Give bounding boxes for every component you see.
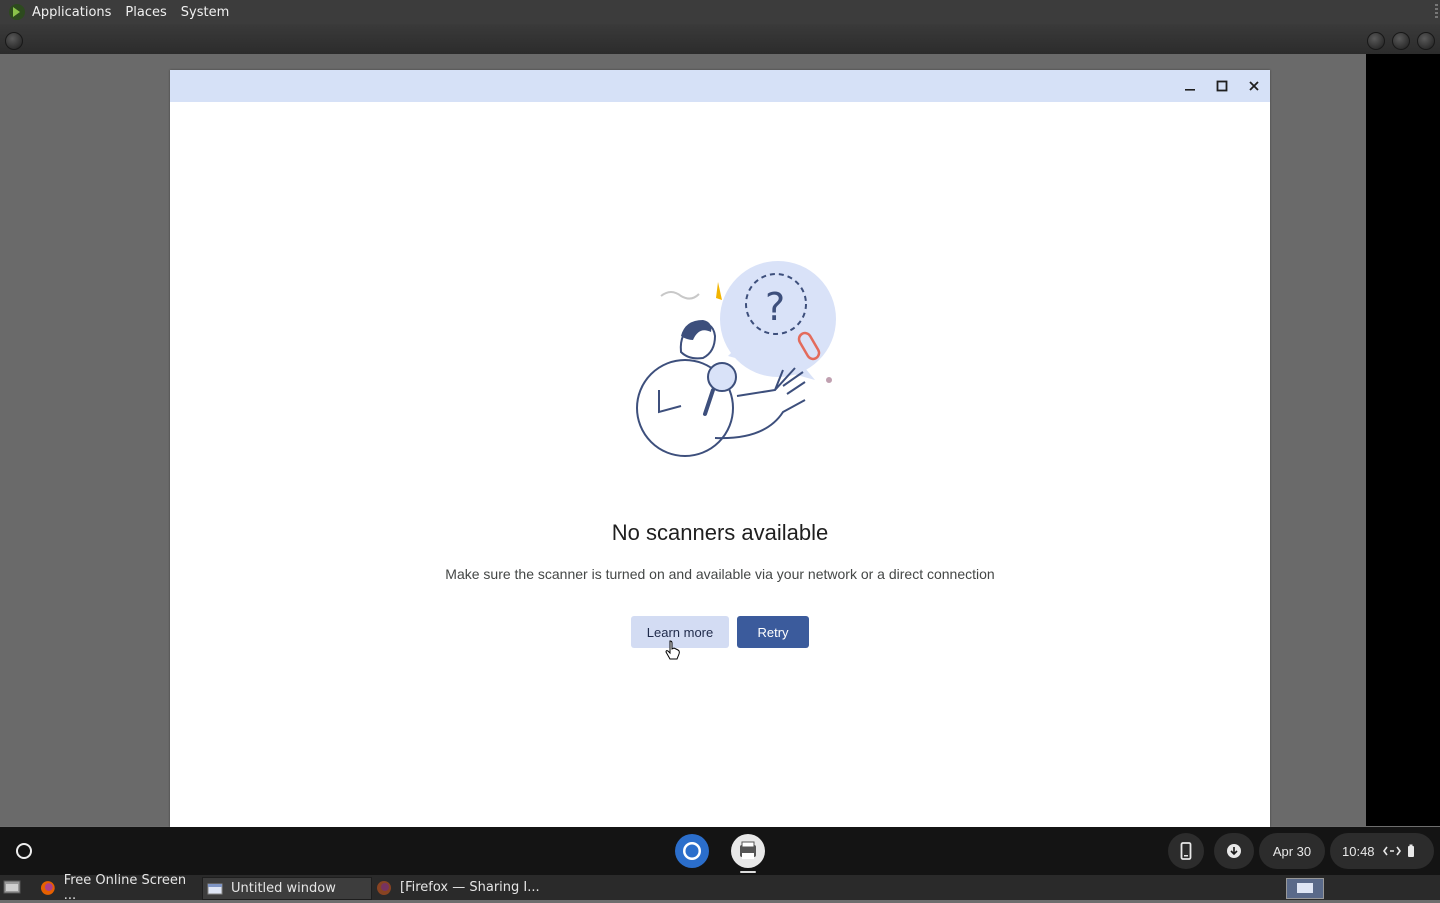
empty-state-description: Make sure the scanner is turned on and a… [445, 566, 995, 582]
no-scanners-illustration: ? [636, 261, 836, 457]
menu-places[interactable]: Places [125, 5, 166, 20]
maximize-icon[interactable] [1212, 76, 1232, 96]
task-label: [Firefox — Sharing I... [400, 880, 540, 895]
phone-hub-button[interactable] [1168, 833, 1204, 869]
wm-close-button[interactable] [1417, 32, 1435, 50]
download-button[interactable] [1214, 833, 1254, 869]
launcher-button[interactable] [8, 837, 40, 865]
time-label: 10:48 [1342, 843, 1375, 859]
top-panel: Applications Places System [0, 0, 1440, 24]
hand-cursor-icon [665, 640, 680, 660]
wm-maximize-button[interactable] [1392, 32, 1410, 50]
window-manager-bar [0, 24, 1440, 54]
status-tray[interactable]: 10:48 [1330, 833, 1434, 869]
svg-text:?: ? [765, 285, 785, 329]
panel-grip [1435, 4, 1438, 20]
wm-minimize-button[interactable] [1367, 32, 1385, 50]
bottom-taskbar: Free Online Screen ... Untitled window [… [0, 873, 1440, 903]
task-label: Untitled window [231, 881, 336, 896]
running-indicator [740, 871, 756, 873]
phone-icon [1180, 842, 1192, 860]
workspace-switcher[interactable] [1286, 878, 1324, 899]
show-desktop-icon[interactable] [3, 879, 21, 895]
launcher-icon [16, 843, 32, 859]
firefox-icon [40, 880, 55, 895]
close-icon[interactable] [1244, 76, 1264, 96]
empty-state-title: No scanners available [611, 520, 829, 545]
window-titlebar[interactable] [170, 70, 1270, 102]
task-label: Free Online Screen ... [63, 872, 187, 903]
chrome-icon[interactable] [674, 833, 710, 869]
scan-app-window: ? No scanners available Make sure the sc… [170, 70, 1270, 827]
minimize-icon[interactable] [1180, 76, 1200, 96]
menu-system[interactable]: System [181, 5, 229, 20]
scan-app-icon[interactable] [730, 833, 766, 869]
network-icon [1382, 846, 1401, 856]
date-label: Apr 30 [1272, 843, 1312, 859]
retry-button[interactable]: Retry [737, 616, 809, 648]
window-icon [207, 883, 223, 894]
firefox-icon [377, 880, 391, 895]
download-icon [1227, 844, 1241, 858]
battery-icon [1407, 844, 1414, 857]
task-untitled-window[interactable]: Untitled window [202, 877, 372, 900]
shelf: Apr 30 10:48 [0, 827, 1440, 875]
menu-applications[interactable]: Applications [32, 5, 111, 20]
gnome-foot-icon[interactable] [8, 3, 26, 21]
window-menu-button[interactable] [5, 32, 23, 50]
workspace-window-preview [1297, 883, 1313, 893]
task-firefox-sharing[interactable]: [Firefox — Sharing I... [372, 877, 546, 898]
task-free-online-screen[interactable]: Free Online Screen ... [36, 873, 200, 903]
date-tray[interactable]: Apr 30 [1259, 833, 1325, 869]
desktop-edge [1366, 54, 1440, 826]
